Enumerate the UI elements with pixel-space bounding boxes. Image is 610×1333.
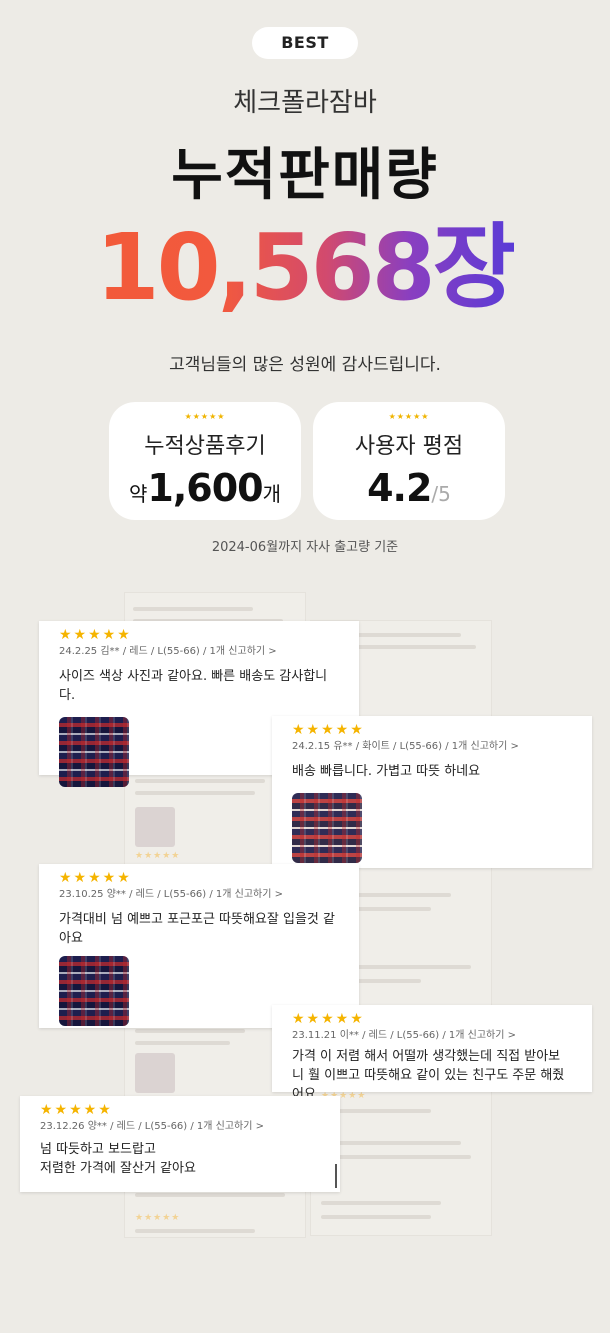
total-sales-count: 10,568장 [95,214,518,321]
review-count-prefix: 약 [128,482,148,506]
review-meta: 24.2.25 김** / 레드 / L(55-66) / 1개 신고하기 > [59,646,277,657]
headline: 누적판매량 [171,143,439,208]
review-card: ★★★★★ 23.11.21 이** / 레드 / L(55-66) / 1개 … [272,1005,592,1102]
review-text-line: 넘 따듯하고 보드랍고 [40,1142,156,1157]
review-photo [59,717,129,787]
scrollbar [335,1164,337,1188]
user-rating-label: 사용자 평점 [354,434,464,459]
review-meta: 23.12.26 양** / 레드 / L(55-66) / 1개 신고하기 > [40,1121,265,1132]
star-rating-icon: ★★★★★ [40,1102,113,1118]
review-count-suffix: 개 [262,482,281,506]
review-meta: 23.10.25 양** / 레드 / L(55-66) / 1개 신고하기 > [59,889,284,900]
review-card: ★★★★★ 23.10.25 양** / 레드 / L(55-66) / 1개 … [39,864,359,1028]
review-text: 가격대비 넘 예쁘고 포근포근 따뜻해요잘 입을것 같아요 [59,912,335,946]
star-rating-icon: ★★★★★ [292,1011,365,1027]
review-count-value-row: 약1,600개 [109,466,301,510]
review-count-value: 1,600 [147,466,263,510]
review-meta: 24.2.15 유** / 화이트 / L(55-66) / 1개 신고하기 > [292,741,519,752]
review-count-card: ★★★★★ 누적상품후기 약1,600개 [109,402,301,520]
product-name: 체크폴라잠바 [233,88,377,118]
user-rating-value: 4.2 [367,466,432,510]
thanks-message: 고객님들의 많은 성원에 감사드립니다. [169,355,441,375]
star-rating-icon: ★★★★★ [59,870,132,886]
review-text: 배송 빠릅니다. 가볍고 따뜻 하네요 [292,764,481,779]
review-card: ★★★★★ 23.12.26 양** / 레드 / L(55-66) / 1개 … [20,1096,340,1192]
review-text-line: 저렴한 가격에 잘산거 같아요 [40,1161,196,1176]
user-rating-card: ★★★★★ 사용자 평점 4.2/5 [313,402,505,520]
review-count-label: 누적상품후기 [144,434,266,459]
review-card: ★★★★★ 24.2.15 유** / 화이트 / L(55-66) / 1개 … [272,716,592,868]
review-photo [292,793,362,863]
star-rating-icon: ★★★★★ [59,627,132,643]
star-rating-icon: ★★★★★ [388,412,430,421]
sales-count-wrap: 10,568장 [0,218,610,318]
star-rating-icon: ★★★★★ [184,412,226,421]
user-rating-max: /5 [431,482,451,506]
user-rating-value-row: 4.2/5 [313,466,505,510]
star-rating-icon: ★★★★★ [292,722,365,738]
review-text: 넘 따듯하고 보드랍고 저렴한 가격에 잘산거 같아요 [40,1140,320,1178]
sales-basis-note: 2024-06월까지 자사 출고량 기준 [211,540,399,555]
best-badge: BEST [252,27,358,59]
review-photo [59,956,129,1026]
review-text: 사이즈 색상 사진과 같아요. 빠른 배송도 감사합니다. [59,669,328,703]
review-meta: 23.11.21 이** / 레드 / L(55-66) / 1개 신고하기 > [292,1030,517,1041]
